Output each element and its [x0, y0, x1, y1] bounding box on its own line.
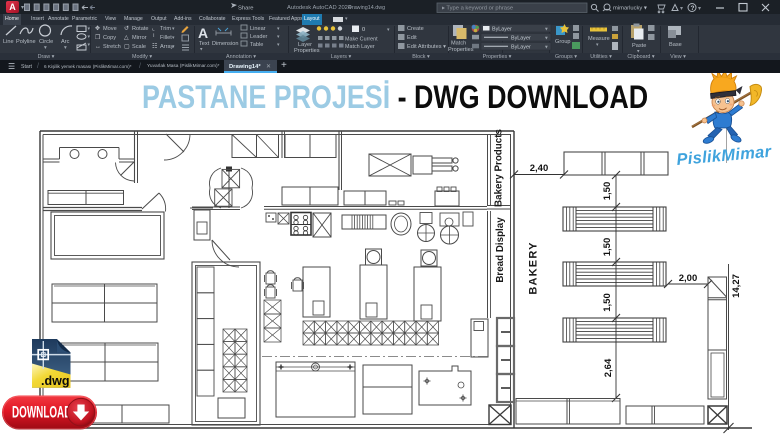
svg-text:Linear: Linear [250, 26, 266, 32]
svg-text:?: ? [691, 5, 695, 12]
svg-text:2,00: 2,00 [679, 273, 698, 284]
svg-text:▾: ▾ [277, 42, 280, 48]
svg-text:▾: ▾ [277, 26, 280, 32]
svg-text:▾: ▾ [545, 45, 548, 51]
svg-text:▾: ▾ [387, 27, 390, 33]
svg-text:▾: ▾ [172, 26, 175, 32]
svg-text:▢: ▢ [124, 44, 130, 50]
svg-text:Edit Attributes ▾: Edit Attributes ▾ [407, 44, 446, 50]
svg-text:Leader: Leader [250, 34, 268, 40]
svg-text:⌞: ⌞ [152, 26, 155, 32]
svg-text:▾: ▾ [88, 42, 91, 48]
svg-text:Share: Share [238, 6, 253, 12]
svg-text:Mirror: Mirror [132, 35, 147, 41]
svg-text:Copy: Copy [103, 35, 116, 41]
svg-text:Bakery Products: Bakery Products [494, 129, 505, 207]
svg-text:1,50: 1,50 [602, 182, 613, 201]
svg-text:△: △ [124, 35, 129, 41]
svg-text:▾: ▾ [200, 47, 203, 53]
svg-text:1,50: 1,50 [602, 238, 613, 257]
svg-text:▾: ▾ [637, 49, 640, 55]
svg-text:Match: Match [451, 41, 466, 47]
svg-text:Fillet: Fillet [160, 35, 172, 41]
svg-text:Properties: Properties [294, 48, 320, 54]
svg-text:▾: ▾ [172, 44, 175, 50]
svg-text:▾: ▾ [277, 34, 280, 40]
svg-text:╵: ╵ [152, 33, 156, 41]
svg-text:Measure: Measure [588, 36, 610, 42]
svg-text:Scale: Scale [132, 44, 146, 50]
svg-text:▾: ▾ [545, 36, 548, 42]
svg-text:DOWNLOAD: DOWNLOAD [12, 403, 71, 421]
svg-text:0: 0 [362, 27, 365, 33]
svg-text:2,64: 2,64 [603, 358, 614, 377]
svg-text:Base: Base [669, 42, 682, 48]
svg-text:▾: ▾ [88, 26, 91, 32]
svg-text:☷: ☷ [152, 43, 157, 50]
svg-text:Dimension: Dimension [212, 41, 238, 47]
svg-text:↔: ↔ [95, 44, 101, 50]
svg-text:▾: ▾ [172, 35, 175, 41]
svg-text:Create: Create [407, 26, 424, 32]
svg-text:▾: ▾ [545, 27, 548, 33]
svg-text:Make Current: Make Current [345, 37, 378, 43]
svg-text:Table: Table [250, 42, 263, 48]
svg-text:ByLayer: ByLayer [492, 27, 512, 33]
svg-text:Polyline: Polyline [16, 39, 36, 45]
svg-text:Move: Move [103, 26, 117, 32]
svg-text:Trim: Trim [160, 26, 171, 32]
svg-text:Drawing14.dwg: Drawing14.dwg [348, 5, 385, 11]
svg-text:Match Layer: Match Layer [345, 44, 375, 50]
svg-text:Rotate: Rotate [132, 26, 148, 32]
svg-text:▾: ▾ [64, 45, 67, 51]
svg-text:PislikMimar: PislikMimar [676, 143, 773, 169]
svg-text:▾: ▾ [44, 45, 47, 51]
svg-text:A: A [198, 25, 208, 41]
svg-text:Stretch: Stretch [103, 44, 121, 50]
svg-text:14,27: 14,27 [731, 274, 742, 298]
svg-text:mimarlucky ▾: mimarlucky ▾ [613, 6, 647, 12]
svg-text:▾: ▾ [698, 6, 701, 12]
svg-text:▾: ▾ [596, 42, 599, 48]
svg-text:✥: ✥ [95, 25, 100, 32]
svg-text:Bread Display: Bread Display [495, 217, 506, 283]
svg-text:❐: ❐ [95, 34, 101, 41]
svg-text:Properties: Properties [448, 47, 474, 53]
svg-text:▾: ▾ [88, 34, 91, 40]
svg-text:Group: Group [555, 39, 571, 45]
svg-text:Line: Line [3, 39, 14, 45]
svg-text:▾: ▾ [680, 6, 683, 12]
svg-text:BAKERY: BAKERY [528, 241, 540, 294]
svg-text:ByLayer: ByLayer [511, 45, 531, 51]
svg-text:↺: ↺ [124, 25, 129, 32]
svg-text:.dwg: .dwg [41, 374, 69, 388]
svg-text:Autodesk AutoCAD 2024: Autodesk AutoCAD 2024 [287, 5, 352, 11]
svg-text:ByLayer: ByLayer [511, 36, 531, 42]
svg-text:▸ Type a keyword or phrase: ▸ Type a keyword or phrase [442, 6, 513, 12]
svg-text:2,40: 2,40 [530, 163, 549, 174]
svg-text:Edit: Edit [407, 35, 417, 41]
svg-text:1,50: 1,50 [602, 293, 613, 312]
